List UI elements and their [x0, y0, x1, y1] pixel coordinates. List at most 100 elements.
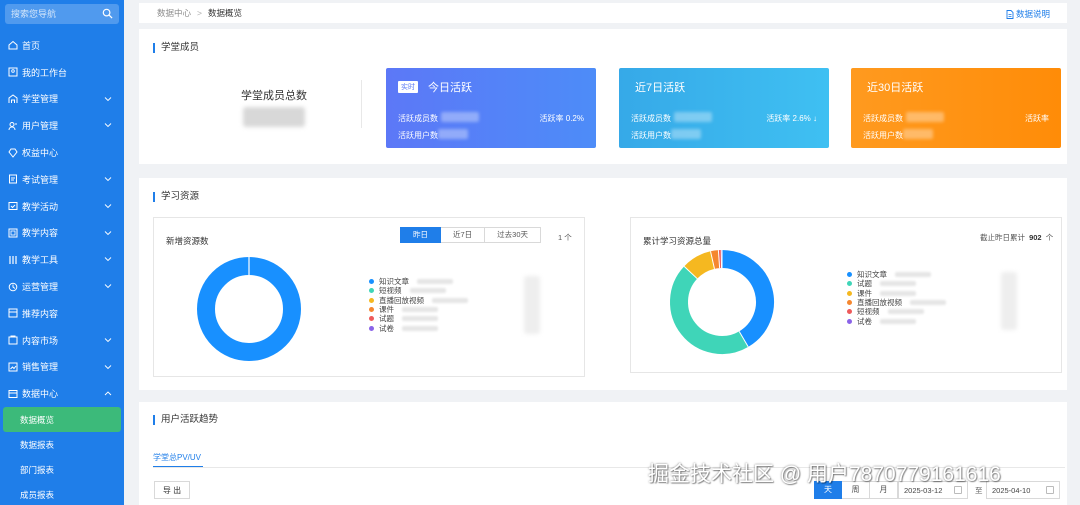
- summary-unit: 个: [1045, 233, 1054, 242]
- breadcrumb: 数据中心 > 数据概览 数据说明: [139, 3, 1067, 23]
- legend-value: [910, 300, 946, 306]
- exam-icon: [8, 174, 18, 184]
- sidebar-subitem[interactable]: 数据报表: [0, 432, 124, 457]
- legend-value: [887, 309, 924, 315]
- sidebar-subnav: 数据概览数据报表部门报表成员报表: [0, 407, 124, 505]
- sidebar-item-label: 教学工具: [22, 255, 59, 266]
- chevron-down-icon: [104, 284, 112, 289]
- legend-value: [417, 279, 453, 285]
- legend-item: 试卷: [369, 323, 468, 333]
- sidebar-item-diamond[interactable]: 权益中心: [0, 139, 124, 166]
- new-resources-count: 1 个: [558, 233, 572, 242]
- legend-value: [402, 325, 438, 331]
- legend-item: 试卷: [847, 316, 946, 326]
- sidebar-subitem-label: 数据报表: [20, 439, 55, 450]
- active-users-label: 活跃用户数: [863, 131, 903, 140]
- legend-dot: [369, 288, 374, 294]
- sidebar-search: [5, 4, 119, 24]
- breadcrumb-current: 数据概览: [207, 8, 242, 18]
- range-tab[interactable]: 周: [842, 481, 870, 499]
- sidebar-item-activity[interactable]: 教学活动: [0, 193, 124, 220]
- sidebar-subitem[interactable]: 数据概览: [3, 407, 121, 433]
- donut-slice[interactable]: [721, 250, 774, 347]
- resources-section: 学习资源 新增资源数 昨日 近7日 过去30天 1 个 知识文章 短视频 直播回放视频课…: [139, 178, 1067, 390]
- sidebar-nav: 首页我的工作台学堂管理用户管理权益中心考试管理 教学活动 教学内容教学工具运营管理推…: [0, 32, 124, 407]
- total-resources-summary: 截止昨日累计 902 个: [980, 232, 1053, 243]
- document-icon: [1006, 9, 1014, 19]
- sidebar-item-label: 我的工作台: [22, 67, 68, 78]
- sidebar-item-label: 权益中心: [22, 148, 59, 159]
- active-members-label: 活跃成员数: [631, 114, 671, 123]
- date-end-field[interactable]: 2025-04-10: [986, 481, 1060, 499]
- chevron-up-icon: [104, 391, 112, 396]
- sidebar-item-tools[interactable]: 教学工具: [0, 246, 124, 273]
- total-members-value: [243, 107, 305, 127]
- chevron-down-icon: [104, 203, 112, 208]
- legend-label: 试卷: [857, 316, 872, 326]
- sidebar-item-recommend[interactable]: 推荐内容: [0, 300, 124, 327]
- period-tab[interactable]: 昨日: [400, 227, 441, 243]
- active-rate: 活跃率 2.6% ↓: [766, 114, 817, 123]
- operations-icon: [8, 282, 18, 292]
- sidebar-subitem-label: 成员报表: [20, 489, 55, 500]
- period-tab[interactable]: 近7日: [441, 227, 486, 243]
- doc-link-label: 数据说明: [1015, 9, 1050, 19]
- breadcrumb-parent[interactable]: 数据中心: [157, 7, 191, 19]
- content-icon: [8, 228, 18, 238]
- legend-dot: [847, 318, 852, 324]
- sidebar-subitem[interactable]: 部门报表: [0, 457, 124, 482]
- legend-dot: [369, 297, 374, 303]
- range-tab[interactable]: 月: [870, 481, 898, 499]
- active-members-label: 活跃成员数: [398, 114, 438, 123]
- donut-slice[interactable]: [684, 251, 715, 280]
- sidebar-item-school[interactable]: 学堂管理: [0, 86, 124, 113]
- data-icon: [8, 389, 18, 399]
- recommend-icon: [8, 308, 18, 318]
- export-button[interactable]: 导 出: [154, 481, 190, 499]
- sidebar-item-content[interactable]: 教学内容: [0, 220, 124, 247]
- total-resources-donut: [670, 249, 774, 354]
- sales-icon: [8, 362, 18, 372]
- total-resources-title: 累计学习资源总量: [643, 236, 712, 246]
- sidebar-item-operations[interactable]: 运营管理: [0, 273, 124, 300]
- sidebar-item-exam[interactable]: 考试管理: [0, 166, 124, 193]
- active-users-value: [671, 129, 701, 139]
- new-resources-values: [524, 276, 540, 334]
- legend-dot: [369, 279, 374, 285]
- active-members-value: [441, 112, 479, 122]
- calendar-icon: [954, 486, 962, 494]
- sidebar-item-workbench[interactable]: 我的工作台: [0, 59, 124, 86]
- active-members-value: [674, 112, 712, 122]
- tab-pv-uv[interactable]: 学堂总PV/UV: [153, 452, 201, 463]
- users-icon: [8, 121, 18, 131]
- legend-label: 试卷: [379, 323, 394, 333]
- range-tab[interactable]: 天: [814, 481, 842, 499]
- donut-slice[interactable]: [710, 250, 720, 269]
- trend-section-title: 用户活跃趋势: [153, 415, 218, 425]
- activity-card: 实时 今日活跃 活跃成员数 活跃用户数 活跃率 0.2%: [386, 68, 596, 148]
- donut-slice[interactable]: [197, 257, 301, 361]
- sidebar-subitem[interactable]: 成员报表: [0, 482, 124, 505]
- summary-value: 902: [1029, 233, 1042, 242]
- sidebar-item-users[interactable]: 用户管理: [0, 112, 124, 139]
- active-rate: 活跃率: [1025, 114, 1049, 123]
- sidebar-item-home[interactable]: 首页: [0, 32, 124, 59]
- legend-value: [402, 316, 438, 322]
- legend-dot: [369, 316, 374, 322]
- sidebar-item-label: 用户管理: [22, 121, 59, 132]
- search-icon[interactable]: [102, 8, 113, 19]
- period-tab[interactable]: 过去30天: [485, 227, 542, 243]
- date-start-field[interactable]: 2025-03-12: [898, 481, 968, 499]
- resources-section-title: 学习资源: [153, 192, 199, 202]
- donut-slice[interactable]: [670, 266, 749, 354]
- sidebar-item-market[interactable]: 内容市场: [0, 327, 124, 354]
- legend-value: [880, 290, 916, 296]
- total-resources-panel: 累计学习资源总量 截止昨日累计 902 个 知识文章 试题 课件 直播回放视频 短视频试…: [630, 217, 1062, 373]
- legend-dot: [369, 325, 374, 331]
- sidebar-item-label: 学堂管理: [22, 94, 59, 105]
- sidebar-item-data[interactable]: 数据中心: [0, 380, 124, 407]
- doc-link[interactable]: 数据说明: [1006, 8, 1050, 20]
- sidebar-item-sales[interactable]: 销售管理: [0, 354, 124, 381]
- legend-dot: [847, 281, 852, 287]
- legend-value: [409, 288, 446, 294]
